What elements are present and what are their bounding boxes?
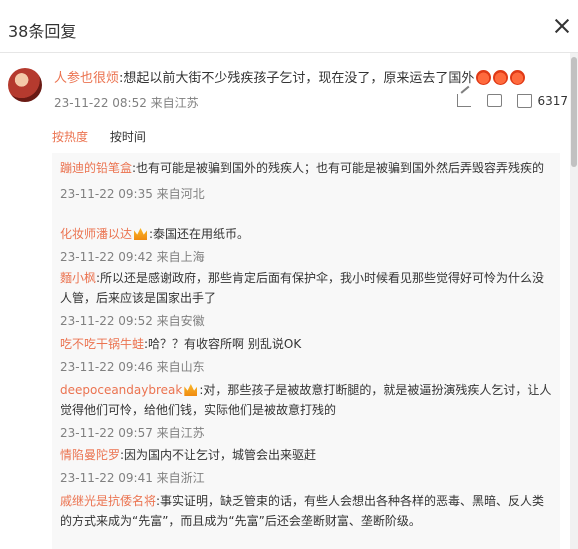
reply-username[interactable]: 情陷曼陀罗: [60, 448, 120, 462]
reply-list: 蹦迪的铅笔盒:也有可能是被骗到国外的残疾人；也有可能是被骗到国外然后弄毁容弄残疾…: [52, 153, 560, 549]
reply-item: 麵小枫:所以还是感谢政府，那些肯定后面有保护伞，我小时候看见那些觉得好可怜为什么…: [60, 268, 556, 331]
reply-meta: 23-11-22 09:42 来自上海: [60, 250, 205, 264]
like-count: 6317: [537, 93, 568, 108]
reply-meta: 23-11-22 09:57 来自江苏: [60, 426, 205, 440]
reply-meta: 23-11-22 09:35 来自河北: [60, 187, 205, 201]
angry-emoji-icon: [510, 70, 526, 85]
reply-text: :因为国内不让乞讨，城管会出来驱赶: [120, 448, 317, 462]
reply-item: 情陷曼陀罗:因为国内不让乞讨，城管会出来驱赶 23-11-22 09:41 来自…: [60, 445, 556, 488]
main-comment-text: 人参也很烦:想起以前大街不少残疾孩子乞讨，现在没了，原来运去了国外: [54, 70, 526, 88]
share-icon[interactable]: [456, 94, 471, 107]
comment-icon[interactable]: [486, 94, 502, 107]
reply-item: 蹦迪的铅笔盒:也有可能是被骗到国外的残疾人；也有可能是被骗到国外然后弄毁容弄残疾…: [60, 158, 556, 204]
crown-badge-icon: [134, 228, 148, 240]
dialog-title: 38条回复: [8, 22, 77, 41]
avatar[interactable]: [8, 68, 42, 102]
close-icon[interactable]: [552, 16, 572, 36]
scrollbar-thumb[interactable]: [571, 57, 577, 167]
reply-text: :哈？？有收容所啊 别乱说OK: [144, 337, 302, 351]
reply-text: :也有可能是被骗到国外的残疾人；也有可能是被骗到国外然后弄毁容弄残疾的: [132, 161, 545, 175]
reply-username[interactable]: 吃不吃干锅牛蛙: [60, 337, 144, 351]
crown-badge-icon: [184, 384, 198, 396]
reply-item: 化妆师潘以达 :泰国还在用纸币。 23-11-22 09:42 来自上海: [60, 224, 556, 267]
reply-username[interactable]: 麵小枫: [60, 271, 96, 285]
scrollbar[interactable]: [570, 53, 578, 549]
reply-meta: 23-11-22 09:52 来自安徽: [60, 314, 205, 328]
reply-meta: 23-11-22 09:41 来自浙江: [60, 471, 205, 485]
tab-sort-hot[interactable]: 按热度: [52, 130, 88, 144]
truncated-top-bar: [0, 0, 578, 6]
reply-item: deepoceandaybreak:对，那些孩子是被故意打断腿的，就是被逼扮演残…: [60, 380, 556, 443]
reply-item: 戚继光是抗倭名将:事实证明，缺乏管束的话，有些人会想出各种各样的恶毒、黑暗、反人…: [60, 491, 556, 531]
reply-username[interactable]: 蹦迪的铅笔盒: [60, 161, 132, 175]
reply-username[interactable]: 戚继光是抗倭名将: [60, 494, 156, 508]
header-divider: [0, 52, 578, 53]
tab-sort-time[interactable]: 按时间: [110, 130, 146, 144]
reply-meta: 23-11-22 09:46 来自山东: [60, 360, 205, 374]
main-comment-meta: 23-11-22 08:52 来自江苏: [54, 96, 199, 110]
reply-text: :所以还是感谢政府，那些肯定后面有保护伞，我小时候看见那些觉得好可怜为什么没人管…: [60, 271, 545, 305]
reply-item: 吃不吃干锅牛蛙:哈？？有收容所啊 别乱说OK 23-11-22 09:46 来自…: [60, 334, 556, 377]
dialog-header: 38条回复: [0, 8, 578, 52]
main-comment-username[interactable]: 人参也很烦: [54, 71, 119, 86]
reply-username[interactable]: 化妆师潘以达: [60, 227, 132, 241]
angry-emoji-icon: [476, 70, 492, 85]
main-comment-body: :想起以前大街不少残疾孩子乞讨，现在没了，原来运去了国外: [119, 71, 475, 86]
reply-username[interactable]: deepoceandaybreak: [60, 383, 182, 397]
like-icon[interactable]: [517, 93, 533, 108]
main-comment-actions: 6317: [445, 93, 568, 111]
sort-tabs: 按热度 按时间: [52, 128, 164, 145]
angry-emoji-icon: [493, 70, 509, 85]
reply-text: :泰国还在用纸币。: [149, 227, 250, 241]
